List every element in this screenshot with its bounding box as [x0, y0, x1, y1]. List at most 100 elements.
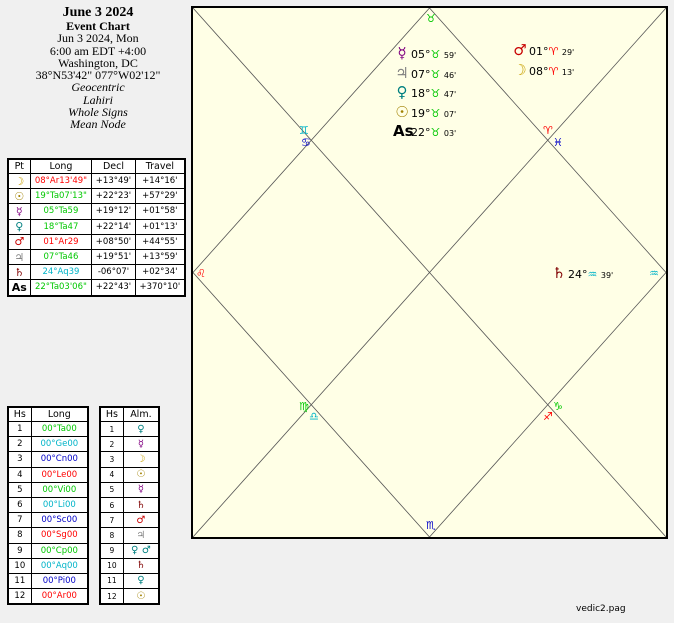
houses-table-header: Hs Long: [7, 406, 89, 422]
almuten-row: 4 ☉: [99, 466, 160, 483]
house-long: 00°Sg00: [30, 527, 89, 544]
almuten-row: 5 ☿: [99, 481, 160, 498]
house-row: 9 00°Cp00: [7, 542, 89, 559]
sagittarius-sign-icon: ♐: [543, 410, 553, 423]
planet-long: 08°Ar13'49": [29, 172, 93, 190]
planet-sign-icon: ♉: [430, 67, 441, 81]
almuten-row: 8 ♃: [99, 527, 160, 544]
house-row: 2 00°Ge00: [7, 436, 89, 453]
planet-sign-icon: ♉: [430, 126, 441, 139]
north-indian-chart: ♉ ♊ ♋ ♌ ♍ ♎ ♏ ♐ ♑ ♒ ♓ ♈ ☿ 05°♉ 59' ♃ 07°♉ 46' ♀ 18°♉ 47' ☉…: [191, 6, 668, 539]
planet-travel: +44°55': [134, 233, 186, 250]
house-row: 3 00°Cn00: [7, 451, 89, 468]
almuten-row: 9 ♀ ♂: [99, 542, 160, 559]
planet-travel: +14°16': [134, 172, 186, 190]
chart-planet-house10: ♄ 24°♒ 39': [550, 264, 613, 282]
chart-title: June 3 2024: [62, 5, 134, 20]
chart-header: June 3 2024 Event Chart Jun 3 2024, Mon …: [0, 6, 196, 131]
house-long: 00°Pi00: [30, 572, 89, 590]
planet-minute: 46': [443, 70, 457, 80]
almuten-glyph-icon: ♀: [122, 572, 160, 590]
planet-row: ☽ 08°Ar13'49" +13°49' +14°16': [7, 172, 186, 190]
planet-long: 01°Ar29: [29, 233, 93, 250]
planet-long: 07°Ta46: [29, 248, 93, 266]
planet-glyph-icon: ☉: [7, 188, 31, 205]
house-long: 00°Vi00: [30, 481, 89, 498]
planet-glyph-icon: ♂: [7, 233, 31, 250]
planet-sign-icon: ♉: [430, 48, 441, 61]
chart-planet-house1: ☿ 05°♉ 59': [393, 44, 456, 62]
almuten-row: 1 ♀: [99, 420, 160, 438]
house-number: 12: [7, 588, 32, 605]
house-number: 7: [7, 512, 32, 529]
almuten-row: 11 ♀: [99, 572, 160, 590]
planet-minute: 47': [443, 90, 457, 99]
capricorn-sign-icon: ♑: [553, 400, 563, 413]
almuten-row: 6 ♄: [99, 496, 160, 514]
chart-planet-house12: ☽ 08°♈ 13': [511, 61, 574, 79]
planet-minute: 39': [600, 271, 614, 280]
house-number: 2: [99, 436, 124, 453]
header-long: Long: [29, 158, 93, 174]
house-number: 9: [99, 542, 124, 559]
chart-planet-house1: ☉ 19°♉ 07': [393, 103, 456, 121]
cancer-sign-icon: ♋: [301, 136, 311, 149]
planet-glyph-icon: ☽: [513, 61, 527, 79]
scorpio-sign-icon: ♏: [426, 519, 436, 532]
planet-sign-icon: ♉: [430, 87, 441, 100]
planet-decl: +13°49': [91, 172, 136, 190]
planet-row: ☉ 19°Ta07'13" +22°23' +57°29': [7, 188, 186, 205]
house-long: 00°Ta00: [30, 420, 89, 438]
planet-decl: +22°43': [91, 279, 136, 296]
planet-decl: +08°50': [91, 233, 136, 250]
house-long: 00°Ar00: [30, 588, 89, 605]
planet-glyph-icon: ♃: [395, 63, 409, 82]
planet-glyph-icon: ☽: [7, 172, 31, 190]
house-row: 7 00°Sc00: [7, 512, 89, 529]
planet-degree: 22°: [411, 126, 431, 139]
planet-row: ♄ 24°Aq39 -06°07' +02°34': [7, 264, 186, 281]
house-row: 12 00°Ar00: [7, 588, 89, 605]
planet-decl: +19°12': [91, 203, 136, 220]
house-number: 10: [7, 557, 32, 574]
house-number: 1: [7, 420, 32, 438]
chart-planet-house12: ♂ 01°♈ 29': [511, 41, 574, 59]
header-hs: Hs: [7, 406, 32, 422]
planet-row: ♀ 18°Ta47 +22°14' +01°13': [7, 218, 186, 235]
planet-sign-icon: ♈: [548, 65, 559, 78]
planet-minute: 03': [443, 129, 457, 138]
header-decl: Decl: [91, 158, 136, 174]
house-long: 00°Aq00: [30, 557, 89, 574]
planet-travel: +370°10': [134, 279, 186, 296]
planets-table-header: Pt Long Decl Travel: [7, 158, 186, 174]
chart-zodiac: Geocentric: [71, 80, 125, 95]
planet-decl: +19°51': [91, 248, 136, 266]
header-pt: Pt: [7, 158, 31, 174]
almuten-glyph-icon: ♃: [122, 527, 160, 544]
almuten-glyph-icon: ☉: [122, 466, 160, 483]
chart-node-type: Mean Node: [70, 117, 126, 132]
house-number: 11: [99, 572, 124, 590]
planet-minute: 07': [443, 109, 457, 119]
house-row: 10 00°Aq00: [7, 557, 89, 574]
house-number: 4: [99, 466, 124, 483]
aquarius-sign-icon: ♒: [649, 267, 659, 280]
planet-glyph-icon: As: [393, 122, 414, 140]
house-number: 8: [7, 527, 32, 544]
house-number: 5: [99, 481, 124, 498]
house-row: 1 00°Ta00: [7, 420, 89, 438]
almuten-glyph-icon: ☽: [122, 451, 160, 468]
house-number: 10: [99, 557, 124, 574]
planet-minute: 59': [443, 51, 457, 60]
planet-degree: 08°: [529, 65, 549, 78]
planet-row: ♃ 07°Ta46 +19°51' +13°59': [7, 248, 186, 266]
virgo-sign-icon: ♍: [299, 400, 309, 413]
house-number: 5: [7, 481, 32, 498]
almuten-glyph-icon: ♂: [122, 512, 160, 529]
planet-glyph-icon: ☿: [7, 203, 31, 220]
planet-degree: 24°: [568, 268, 588, 281]
planet-glyph-icon: ♄: [552, 264, 566, 282]
planet-decl: -06°07': [91, 264, 136, 281]
planet-minute: 29': [561, 48, 575, 57]
house-long: 00°Ge00: [30, 436, 89, 453]
